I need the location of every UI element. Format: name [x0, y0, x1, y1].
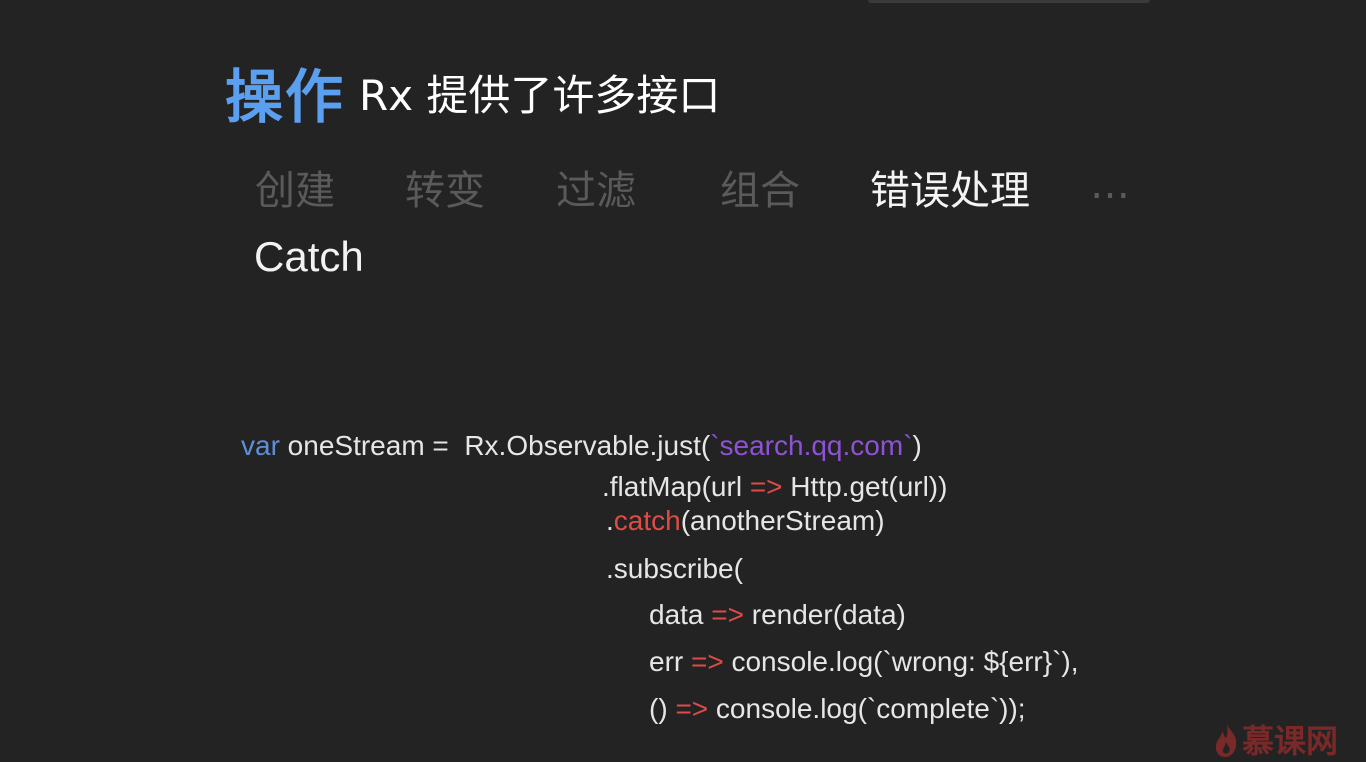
code-line-1: var oneStream = Rx.Observable.just(`sear…	[241, 430, 922, 462]
title-text: Rx 提供了许多接口	[359, 70, 721, 120]
slide-title: 操作 Rx 提供了许多接口	[225, 50, 720, 134]
title-accent: 操作	[225, 63, 346, 131]
code-arrow: =>	[691, 646, 724, 677]
code-line-6: err => console.log(`wrong: ${err}`),	[649, 646, 1079, 678]
top-edge-bar	[868, 0, 1150, 3]
category-create: 创建	[255, 168, 335, 214]
code-text: .	[606, 505, 614, 536]
slide: 操作 Rx 提供了许多接口 创建 转变 过滤 组合 错误处理 … Catch va…	[0, 0, 1366, 760]
code-text: Http.get(url))	[782, 471, 948, 502]
code-text: render(data)	[743, 599, 906, 630]
code-arrow: =>	[749, 471, 783, 502]
category-transform: 转变	[405, 168, 485, 214]
category-more: …	[1090, 162, 1130, 208]
category-error-handling: 错误处理	[870, 168, 1030, 214]
watermark-text: 慕课网	[1242, 722, 1339, 760]
code-line-4: .subscribe(	[606, 553, 743, 584]
watermark: 慕课网	[1212, 716, 1338, 762]
code-text: oneStream = Rx.Observable.just(	[279, 430, 711, 461]
category-combine: 组合	[720, 168, 800, 214]
code-keyword-var: var	[241, 430, 280, 461]
code-text: .flatMap(url	[602, 471, 750, 502]
code-line-7: () => console.log(`complete`));	[649, 693, 1026, 725]
code-catch-method: catch	[613, 505, 681, 536]
section-subtitle: Catch	[254, 233, 364, 280]
code-line-2: .flatMap(url => Http.get(url))	[602, 471, 947, 503]
code-text: )	[912, 430, 922, 461]
code-line-3: .catch(anotherStream)	[606, 505, 885, 537]
code-text: ()	[649, 693, 676, 724]
code-line-5: data => render(data)	[649, 599, 906, 631]
code-string: `search.qq.com`	[710, 430, 913, 461]
code-text: data	[649, 599, 712, 630]
code-arrow: =>	[675, 693, 709, 724]
code-text: (anotherStream)	[680, 505, 885, 536]
code-text: console.log(`complete`));	[708, 693, 1026, 724]
code-arrow: =>	[711, 599, 744, 630]
code-text: err	[649, 646, 691, 677]
flame-icon	[1215, 722, 1237, 757]
category-filter: 过滤	[556, 168, 636, 214]
code-text: console.log(`wrong: ${err}`),	[723, 646, 1079, 677]
